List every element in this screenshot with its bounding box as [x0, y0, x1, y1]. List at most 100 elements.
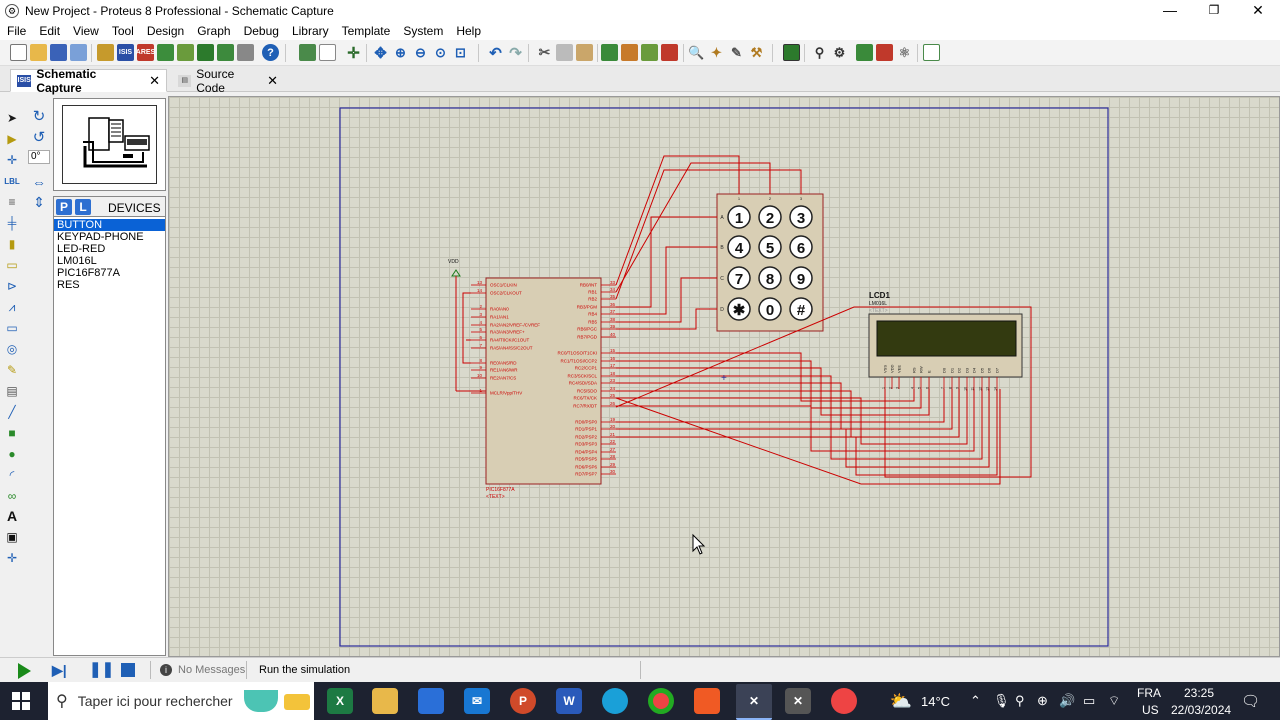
network-icon[interactable]: ⚲: [1015, 693, 1025, 709]
grid-toggle-icon[interactable]: [319, 44, 336, 61]
lcd-component[interactable]: LCD1 LM016L <TEXT> VSS 1 VDD 2 VEE 3 RS 4 RW 5 E 6 D…: [868, 291, 1023, 391]
menu-design[interactable]: Design: [140, 24, 190, 38]
refresh-icon[interactable]: [299, 44, 316, 61]
taskbar-search-box[interactable]: ⚲ Taper ici pour rechercher: [48, 682, 314, 720]
copy-icon[interactable]: [556, 44, 573, 61]
voltage-probe-icon[interactable]: ✎: [4, 362, 20, 378]
device-item-pic16f877a[interactable]: PIC16F877A: [54, 267, 165, 279]
menu-template[interactable]: Template: [335, 24, 397, 38]
save-icon[interactable]: [50, 44, 67, 61]
home-icon[interactable]: [97, 44, 114, 61]
text-script-icon[interactable]: ≡: [4, 194, 20, 210]
device-item-keypad-phone[interactable]: KEYPAD-PHONE: [54, 231, 165, 243]
schematic-canvas[interactable]: VDD PIC16F877A <TEXT> 13 OSC1/CLKIN 14 OSC2…: [168, 96, 1280, 657]
weather-temperature[interactable]: 14°C: [921, 694, 950, 709]
tab-source-code[interactable]: ▤ Source Code ✕: [172, 67, 284, 95]
bom-icon[interactable]: [197, 44, 214, 61]
edge-icon[interactable]: [602, 688, 628, 714]
goto-sheet-icon[interactable]: ⚛: [896, 44, 913, 61]
word-icon[interactable]: W: [556, 688, 582, 714]
play-icon[interactable]: [18, 663, 31, 679]
stop-icon[interactable]: [121, 663, 135, 677]
zoom-out-icon[interactable]: ⊖: [412, 44, 429, 61]
symbol-tool-icon[interactable]: ▣: [4, 529, 20, 545]
rotate-anticlockwise-icon[interactable]: ↺: [31, 129, 47, 146]
mirror-vertical-icon[interactable]: ⇕: [31, 194, 47, 210]
schematic-icon[interactable]: ISIS: [117, 44, 134, 61]
volume-icon[interactable]: 🔊: [1059, 693, 1075, 709]
decompose-icon[interactable]: ⚒: [748, 44, 765, 61]
circle-tool-icon[interactable]: ●: [4, 446, 20, 462]
text-tool-icon[interactable]: A: [4, 508, 20, 524]
block-rotate-icon[interactable]: [641, 44, 658, 61]
messages-status[interactable]: No Messages: [178, 664, 245, 676]
battery-icon[interactable]: ▭: [1083, 693, 1095, 709]
redo-icon[interactable]: ↷: [507, 44, 524, 62]
proteus-isis-icon[interactable]: ✕: [785, 688, 811, 714]
library-manager-button[interactable]: L: [75, 199, 91, 215]
line-tool-icon[interactable]: ╱: [4, 404, 20, 420]
overview-window[interactable]: [53, 98, 166, 191]
windows-start-icon[interactable]: [10, 690, 32, 712]
file-explorer-icon[interactable]: [372, 688, 398, 714]
powerpoint-icon[interactable]: P: [510, 688, 536, 714]
junction-dot-icon[interactable]: ✛: [4, 152, 20, 168]
proteus-taskbar-icon[interactable]: ✕: [736, 684, 772, 720]
clock-date[interactable]: 22/03/2024: [1171, 703, 1231, 717]
component-mode-icon[interactable]: ▶: [4, 131, 20, 147]
close-button[interactable]: ✕: [1236, 0, 1280, 22]
block-copy-icon[interactable]: [601, 44, 618, 61]
cut-icon[interactable]: ✂: [536, 44, 553, 61]
mail-icon[interactable]: ✉: [464, 688, 490, 714]
package-tool-icon[interactable]: ✎: [728, 44, 745, 61]
notification-icon[interactable]: 🗨: [1241, 692, 1260, 710]
device-pins-icon[interactable]: ⊳: [4, 278, 20, 294]
device-item-button[interactable]: BUTTON: [54, 219, 165, 231]
menu-graph[interactable]: Graph: [190, 24, 236, 38]
pause-icon[interactable]: ❚❚: [89, 662, 114, 677]
browser-icon[interactable]: [831, 688, 857, 714]
new-file-icon[interactable]: [10, 44, 27, 61]
meet-icon[interactable]: ⊕: [1037, 693, 1048, 709]
open-folder-icon[interactable]: [30, 44, 47, 61]
device-item-res[interactable]: RES: [54, 279, 165, 291]
menu-debug[interactable]: Debug: [237, 24, 285, 38]
pick-device-icon[interactable]: 🔍: [688, 44, 705, 61]
subcircuit-icon[interactable]: ▮: [4, 236, 20, 252]
generator-mode-icon[interactable]: ◎: [4, 341, 20, 357]
minimize-button[interactable]: —: [1148, 0, 1192, 22]
mirror-horizontal-icon[interactable]: ⇔: [31, 174, 47, 190]
menu-help[interactable]: Help: [449, 24, 487, 38]
graph-mode-icon[interactable]: ⩘: [4, 299, 20, 315]
project-notes-icon[interactable]: [237, 44, 254, 61]
brave-icon[interactable]: [694, 688, 720, 714]
save-all-icon[interactable]: [70, 44, 87, 61]
zoom-area-icon[interactable]: ⊡: [452, 44, 469, 61]
virtual-instruments-icon[interactable]: ▤: [4, 383, 20, 399]
marker-tool-icon[interactable]: ✛: [4, 550, 20, 566]
wire-autorouter-icon[interactable]: [783, 44, 800, 61]
input-language[interactable]: FRA: [1137, 686, 1161, 700]
block-move-icon[interactable]: [621, 44, 638, 61]
pick-devices-button[interactable]: P: [56, 199, 72, 215]
pcb-icon[interactable]: ARES: [136, 44, 155, 61]
microphone-icon[interactable]: 🎙: [993, 693, 1010, 709]
paste-icon[interactable]: [576, 44, 593, 61]
device-item-led-red[interactable]: LED-RED: [54, 243, 165, 255]
box-tool-icon[interactable]: ■: [4, 425, 20, 441]
keyboard-layout[interactable]: US: [1142, 703, 1159, 717]
netlist-icon[interactable]: [923, 44, 940, 61]
restore-button[interactable]: ❐: [1192, 0, 1236, 22]
tab-schematic-capture[interactable]: ISIS Schematic Capture ✕: [10, 67, 167, 95]
rotate-clockwise-icon[interactable]: ↻: [31, 108, 47, 125]
clock-time[interactable]: 23:25: [1184, 686, 1214, 700]
path-tool-icon[interactable]: ∞: [4, 488, 20, 504]
make-device-icon[interactable]: ✦: [708, 44, 725, 61]
gerber-icon[interactable]: [177, 44, 194, 61]
arc-tool-icon[interactable]: ◜: [4, 467, 20, 483]
buses-icon[interactable]: ╪: [4, 215, 20, 231]
device-item-lm016l[interactable]: LM016L: [54, 255, 165, 267]
wire-label-icon[interactable]: LBL: [4, 173, 20, 189]
close-icon[interactable]: ✕: [267, 73, 278, 89]
pic16f877a-component[interactable]: PIC16F877A <TEXT> 13 OSC1/CLKIN 14 OSC2/CLK…: [471, 277, 616, 500]
